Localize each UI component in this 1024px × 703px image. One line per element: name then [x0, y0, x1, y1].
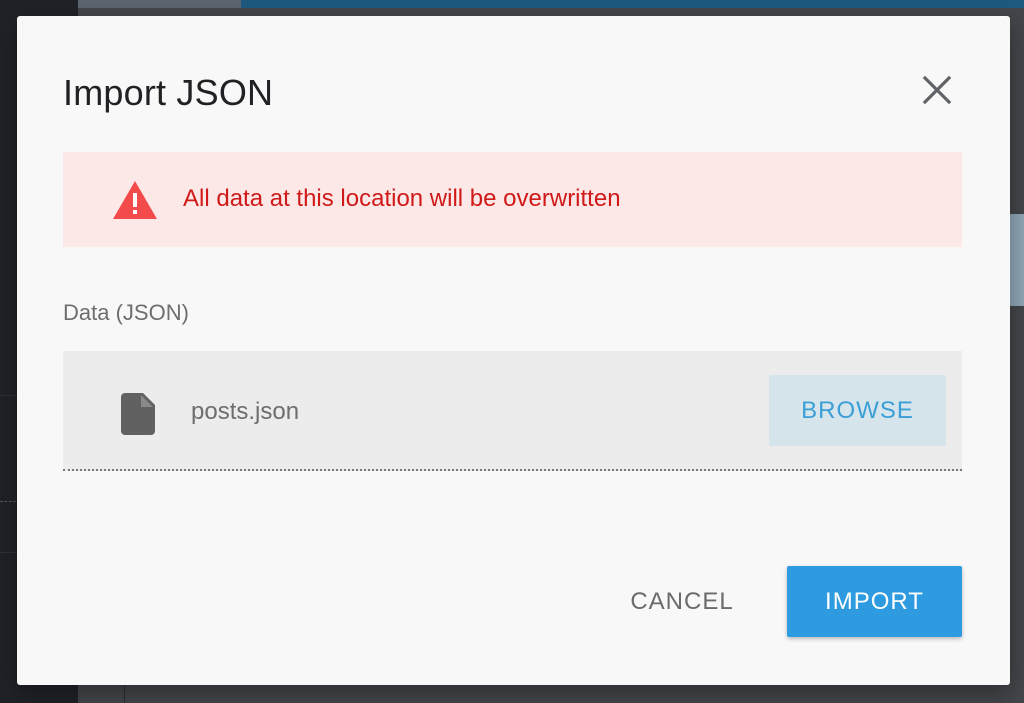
close-button[interactable] [917, 70, 957, 110]
warning-text: All data at this location will be overwr… [183, 185, 621, 212]
import-json-dialog: Import JSON All data at this location wi… [17, 16, 1010, 685]
background-divider [124, 685, 125, 703]
warning-icon [112, 180, 158, 225]
dialog-title: Import JSON [63, 72, 274, 113]
background-top-bar-tab [78, 0, 241, 8]
data-field-label: Data (JSON) [63, 300, 189, 325]
background-dotted-line [0, 501, 16, 502]
close-icon [922, 75, 952, 105]
file-icon [121, 393, 155, 440]
overwrite-warning-banner: All data at this location will be overwr… [63, 152, 962, 247]
selected-file-name: posts.json [191, 398, 300, 425]
import-button[interactable]: IMPORT [787, 566, 962, 637]
cancel-button[interactable]: CANCEL [612, 566, 752, 638]
json-file-input[interactable]: posts.json BROWSE [63, 351, 962, 471]
browse-button[interactable]: BROWSE [769, 375, 946, 446]
background-panel [1010, 214, 1024, 306]
